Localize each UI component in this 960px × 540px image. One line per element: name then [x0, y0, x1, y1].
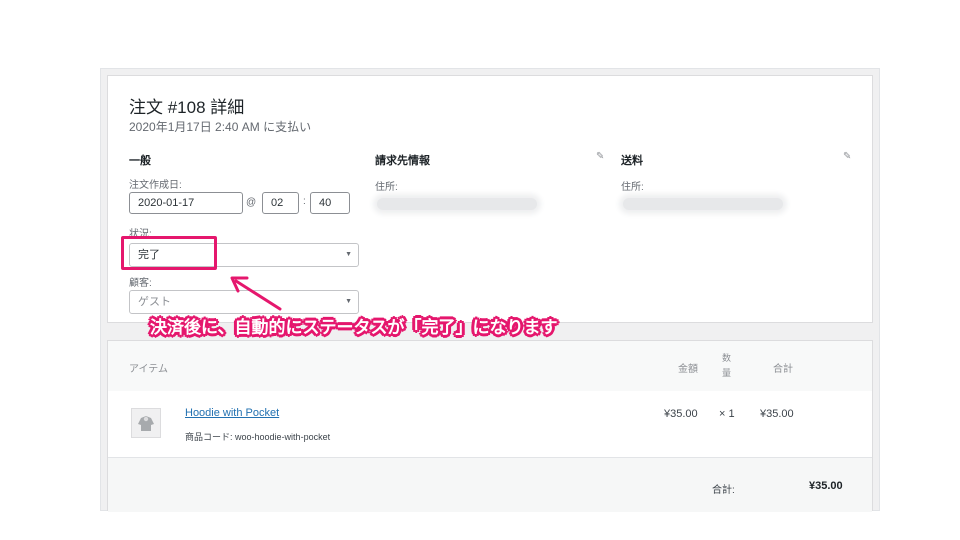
order-total-value: ¥35.00: [809, 480, 843, 492]
product-thumbnail[interactable]: [131, 408, 161, 438]
qty-column-header-line2: 量: [722, 368, 732, 378]
qty-column-header-line1: 数: [722, 353, 732, 363]
sku-value: woo-hoodie-with-pocket: [235, 432, 331, 442]
product-sku: 商品コード: woo-hoodie-with-pocket: [185, 430, 330, 443]
item-column-header: アイテム: [129, 364, 168, 375]
annotation-caption: 決済後に、自動的にステータスが「完了」になります: [150, 318, 558, 337]
item-quantity: × 1: [719, 408, 735, 420]
items-totals-footer: [108, 457, 872, 512]
product-name-link[interactable]: Hoodie with Pocket: [185, 407, 279, 419]
total-column-header: 合計: [773, 364, 793, 375]
price-column-header: 金額: [678, 364, 698, 375]
hoodie-icon: [138, 416, 154, 431]
items-header-row: [108, 341, 872, 391]
sku-label: 商品コード:: [185, 432, 233, 442]
order-total-label: 合計:: [712, 485, 735, 496]
item-price: ¥35.00: [664, 408, 698, 420]
item-line-total: ¥35.00: [760, 408, 794, 420]
